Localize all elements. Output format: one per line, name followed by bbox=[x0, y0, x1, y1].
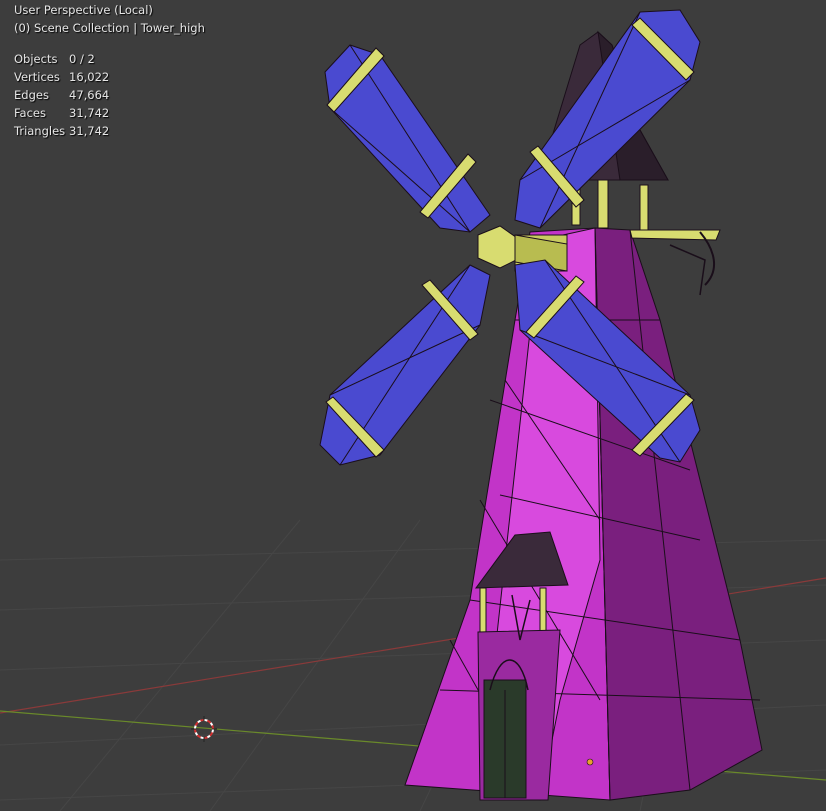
stat-value: 47,664 bbox=[69, 88, 110, 102]
stat-value: 31,742 bbox=[69, 106, 110, 120]
stat-label: Faces bbox=[14, 106, 46, 120]
stat-row-objects: Objects 0 / 2 bbox=[14, 50, 109, 68]
origin-dot bbox=[586, 758, 594, 766]
scene-canvas[interactable] bbox=[0, 0, 826, 811]
stat-row-edges: Edges 47,664 bbox=[14, 86, 109, 104]
stat-value: 16,022 bbox=[69, 70, 110, 84]
collection-info-label: (0) Scene Collection | Tower_high bbox=[14, 21, 205, 35]
stat-row-triangles: Triangles 31,742 bbox=[14, 122, 109, 140]
stat-value: 31,742 bbox=[69, 124, 110, 138]
stat-label: Vertices bbox=[14, 70, 60, 84]
3d-viewport[interactable]: User Perspective (Local) (0) Scene Colle… bbox=[0, 0, 826, 811]
stat-label: Objects bbox=[14, 52, 58, 66]
view-name-label: User Perspective (Local) bbox=[14, 3, 153, 17]
stat-row-vertices: Vertices 16,022 bbox=[14, 68, 109, 86]
stat-label: Edges bbox=[14, 88, 49, 102]
stat-row-faces: Faces 31,742 bbox=[14, 104, 109, 122]
statistics-overlay: Objects 0 / 2 Vertices 16,022 Edges 47,6… bbox=[14, 50, 109, 140]
stat-label: Triangles bbox=[14, 124, 66, 138]
3d-cursor-icon[interactable] bbox=[191, 716, 217, 742]
stat-value: 0 / 2 bbox=[69, 52, 95, 66]
